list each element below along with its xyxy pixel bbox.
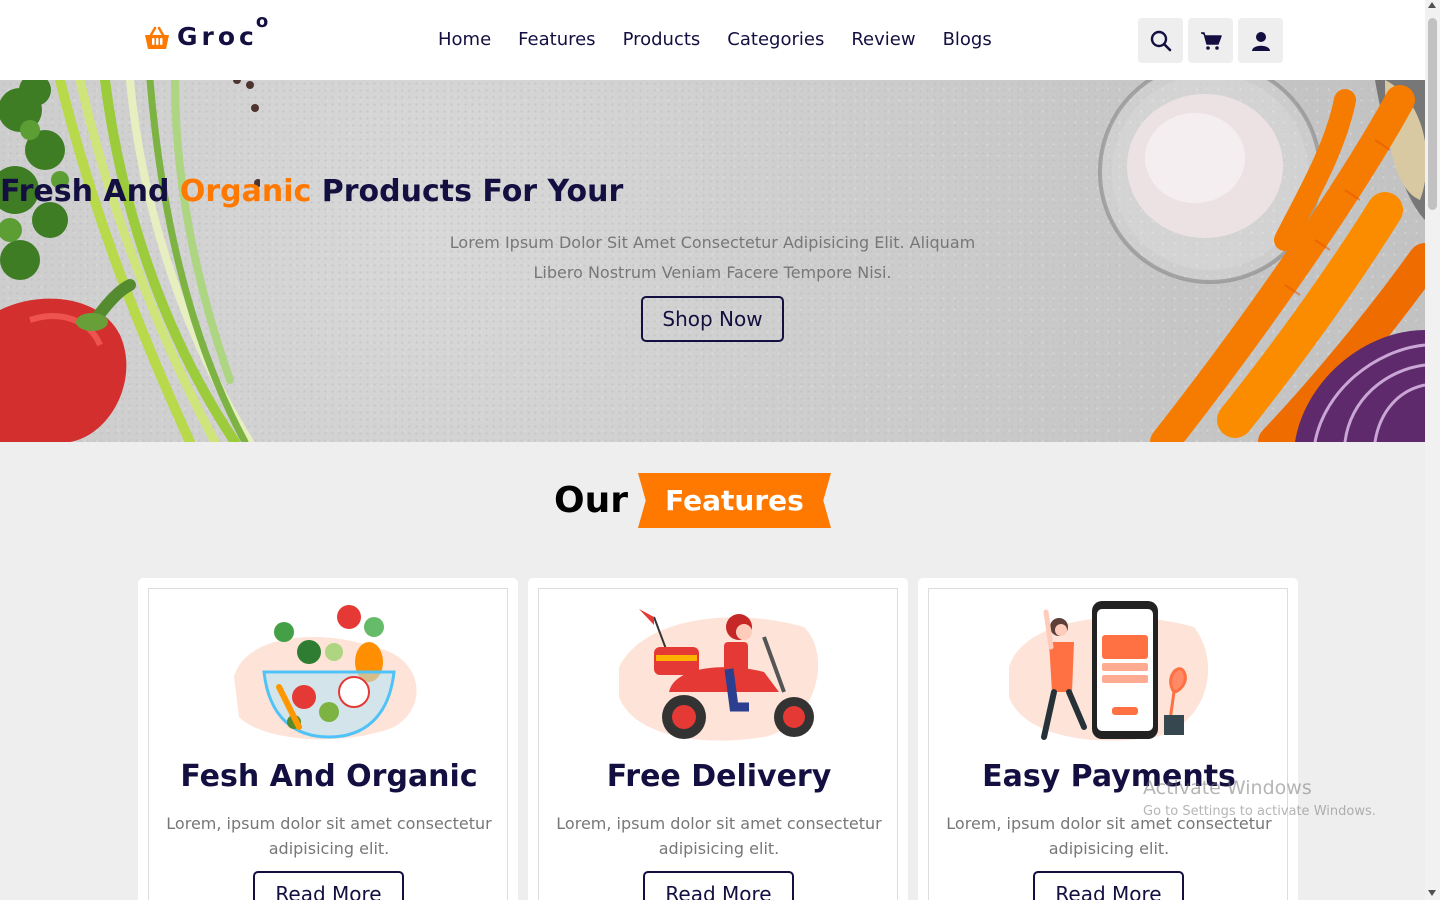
read-more-button[interactable]: Read More [253,871,404,900]
shop-now-button[interactable]: Shop Now [641,296,784,342]
heading-tag: Features [638,473,831,528]
nav-products[interactable]: Products [623,28,701,52]
scrollbar-thumb[interactable] [1428,18,1437,210]
nav-features[interactable]: Features [518,28,595,52]
hero-banner: Fresh And Organic Products For Your Lore… [0,80,1425,442]
salad-bowl-illustration [234,605,417,740]
hero-title: Fresh And Organic Products For Your [0,172,1425,212]
logo-superscript: o [255,11,269,32]
nav-home[interactable]: Home [438,28,491,52]
card-description: Lorem, ipsum dolor sit amet consectetur … [946,814,1272,858]
read-more-button[interactable]: Read More [1033,871,1184,900]
hero-title-accent: Organic [179,174,312,209]
nav-review[interactable]: Review [851,28,915,52]
cart-icon [1200,31,1222,50]
feature-cards: Fesh And Organic Lorem, ipsum dolor sit … [138,578,1298,900]
card-description: Lorem, ipsum dolor sit amet consectetur … [166,814,492,858]
mobile-payment-illustration [1009,601,1209,741]
feature-card-delivery: Free Delivery Lorem, ipsum dolor sit ame… [528,578,908,900]
header-icons [1138,18,1283,63]
vegetables-right-image [1098,80,1425,442]
read-more-button[interactable]: Read More [643,871,794,900]
nav-blogs[interactable]: Blogs [943,28,992,52]
heading-plain: Our [554,480,628,521]
feature-card-payments: Easy Payments Lorem, ipsum dolor sit ame… [918,578,1298,900]
hero-description: Lorem Ipsum Dolor Sit Amet Consectetur A… [449,233,976,282]
nav-categories[interactable]: Categories [727,28,824,52]
search-icon [1150,30,1171,51]
card-description: Lorem, ipsum dolor sit amet consectetur … [556,814,882,858]
vegetables-left-image [0,80,260,442]
cart-button[interactable] [1188,18,1233,63]
vertical-scrollbar[interactable] [1425,0,1440,900]
user-icon [1251,31,1270,51]
scroll-down-arrow-icon[interactable] [1428,890,1436,896]
site-header: Groc o Home Features Products Categories… [0,0,1425,80]
scroll-up-arrow-icon[interactable] [1428,2,1436,8]
features-heading: Our Features [0,473,1425,528]
card-title: Free Delivery [606,759,832,794]
user-button[interactable] [1238,18,1283,63]
logo-text: Groc [177,22,258,51]
main-nav: Home Features Products Categories Review… [438,28,1019,52]
delivery-scooter-illustration [619,609,819,741]
basket-icon [143,24,171,52]
hero-title-part1: Fresh And [0,174,180,209]
card-title: Fesh And Organic [180,759,478,794]
card-title: Easy Payments [982,759,1236,794]
feature-card-organic: Fesh And Organic Lorem, ipsum dolor sit … [138,578,518,900]
hero-title-part2: Products For Your [311,174,624,209]
search-button[interactable] [1138,18,1183,63]
logo[interactable]: Groc o [143,11,268,52]
